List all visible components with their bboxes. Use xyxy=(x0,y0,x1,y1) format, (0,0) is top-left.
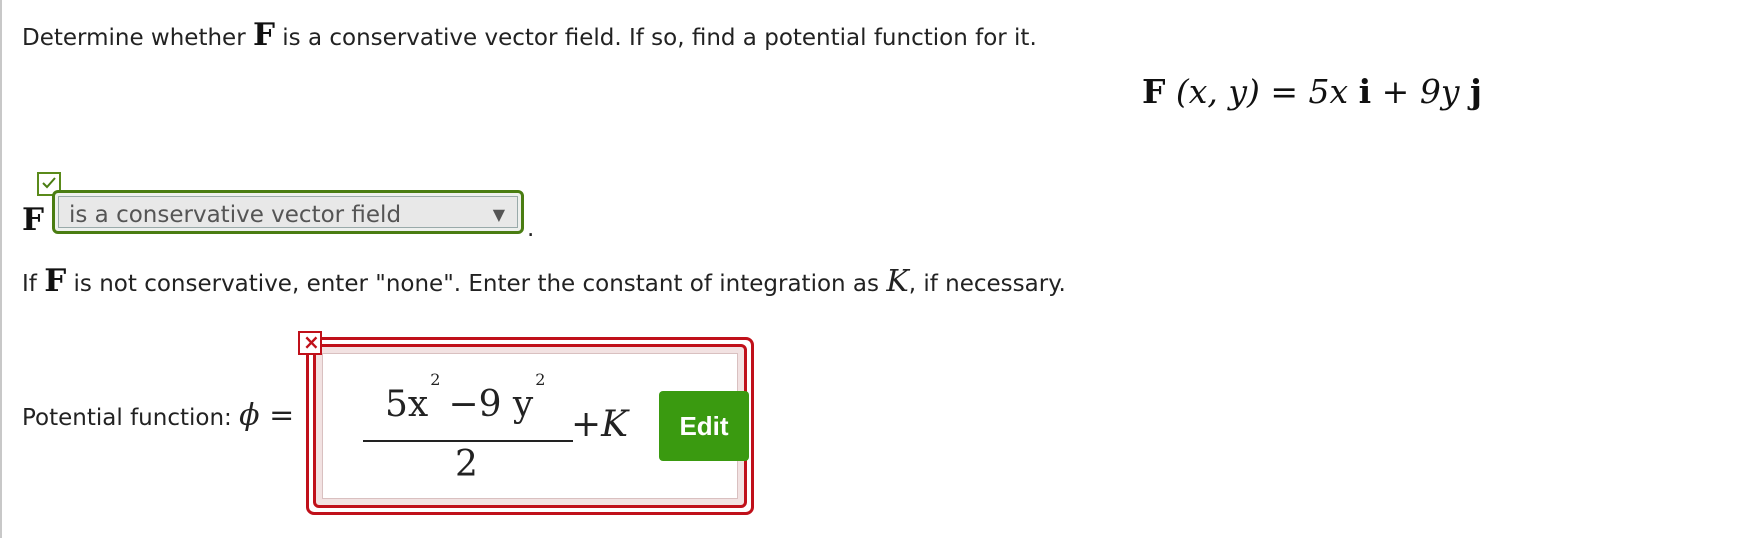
vector-field-formula: F (x, y) = 5x i + 9y j xyxy=(1142,72,1482,111)
question-text-pre: Determine whether xyxy=(22,25,253,51)
incorrect-x-icon: × xyxy=(298,330,322,355)
conservative-select[interactable]: is a conservative vector field ▼ xyxy=(52,190,524,234)
select-inner[interactable]: is a conservative vector field ▼ xyxy=(58,196,518,228)
chevron-down-icon[interactable]: ▼ xyxy=(493,205,505,224)
fraction-denominator: 2 xyxy=(455,444,478,485)
numer-exp1: 2 xyxy=(430,370,441,389)
question-text-post: is a conservative vector field. If so, f… xyxy=(274,25,1037,51)
formula-i: i xyxy=(1358,72,1372,111)
answer-fraction: 5x2−9 y2 2 xyxy=(363,370,573,485)
potential-label: Potential function: ϕ = xyxy=(22,398,294,433)
fraction-numerator: 5x2−9 y2 xyxy=(385,370,553,425)
formula-mid: + 9y xyxy=(1371,72,1470,111)
phi-symbol: ϕ xyxy=(239,398,260,433)
formula-j: j xyxy=(1469,72,1482,111)
vector-F: F xyxy=(252,17,275,53)
instructions-pre: If xyxy=(22,271,45,297)
row-F-label: F xyxy=(22,202,45,238)
plus-constant: +K xyxy=(571,404,629,445)
x-mark: × xyxy=(303,330,320,354)
numer-term1: 5x xyxy=(385,384,429,425)
formula-F: F xyxy=(1142,72,1166,111)
instructions-text: If F is not conservative, enter "none". … xyxy=(22,263,1066,299)
sentence-period: . xyxy=(527,216,535,242)
formula-args: (x, y) = 5x xyxy=(1165,72,1359,111)
edit-button[interactable]: Edit xyxy=(659,391,749,461)
numer-exp2: 2 xyxy=(535,370,546,389)
instructions-post: , if necessary. xyxy=(908,271,1066,297)
numer-term2: −9 y xyxy=(448,384,534,425)
select-value: is a conservative vector field xyxy=(69,202,402,228)
conservative-row: F is a conservative vector field ▼ . xyxy=(22,172,542,242)
instructions-F: F xyxy=(44,263,67,299)
question-text: Determine whether F is a conservative ve… xyxy=(22,17,1037,53)
answer-content[interactable]: 5x2−9 y2 2 +K Edit xyxy=(322,353,749,499)
fraction-bar xyxy=(363,440,573,442)
equals-sign: = xyxy=(259,398,295,433)
answer-box[interactable]: 5x2−9 y2 2 +K Edit xyxy=(306,337,754,515)
answer-frame: 5x2−9 y2 2 +K Edit xyxy=(313,344,749,508)
left-border xyxy=(0,0,2,538)
instructions-mid: is not conservative, enter "none". Enter… xyxy=(66,271,887,297)
potential-label-text: Potential function: xyxy=(22,405,240,431)
constant-K: K xyxy=(886,264,909,299)
